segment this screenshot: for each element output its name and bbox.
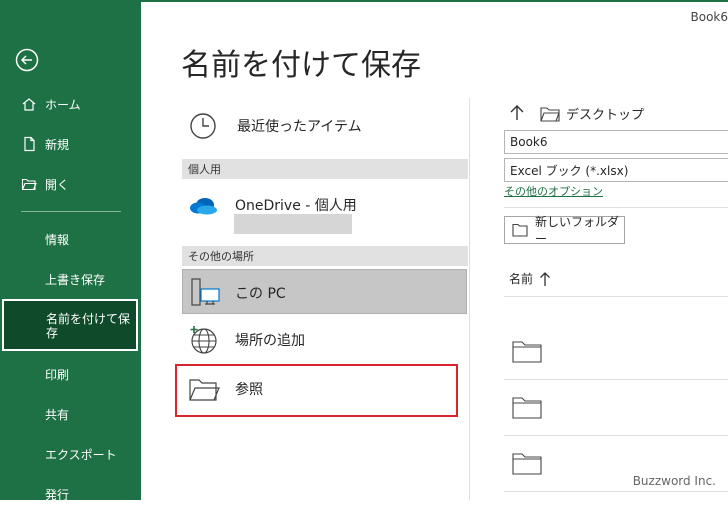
- nav-item-share[interactable]: 共有: [0, 401, 141, 427]
- nav-label: 共有: [45, 406, 69, 423]
- column-header-name[interactable]: 名前: [509, 270, 551, 287]
- more-options-link[interactable]: その他のオプション: [504, 183, 603, 199]
- location-label: OneDrive - 個人用: [235, 195, 357, 215]
- home-icon: [21, 96, 37, 112]
- nav-label: ホーム: [45, 96, 81, 113]
- back-arrow-icon[interactable]: [15, 48, 39, 72]
- nav-item-home[interactable]: ホーム: [0, 91, 141, 117]
- nav-label: 名前を付けて保存: [46, 312, 134, 340]
- new-document-icon: [21, 136, 37, 152]
- globe-add-icon: [188, 324, 220, 356]
- folder-icon[interactable]: [512, 453, 542, 479]
- path-label: デスクトップ: [566, 104, 644, 123]
- location-label: 最近使ったアイテム: [237, 116, 362, 136]
- new-folder-button[interactable]: 新しいフォルダー: [504, 216, 625, 244]
- nav-label: 印刷: [45, 366, 69, 383]
- separator: [504, 379, 728, 380]
- nav-label: 新規: [45, 136, 69, 153]
- highlight-box: [175, 364, 458, 417]
- onedrive-cloud-icon: [188, 193, 218, 217]
- nav-item-export[interactable]: エクスポート: [0, 441, 141, 467]
- nav-item-open[interactable]: 開く: [0, 171, 141, 197]
- folder-icon: [540, 106, 560, 122]
- filename-input[interactable]: Book6: [504, 130, 728, 154]
- nav-item-info[interactable]: 情報: [0, 226, 141, 252]
- nav-item-publish[interactable]: 発行: [0, 481, 141, 507]
- folder-icon[interactable]: [512, 341, 542, 367]
- separator: [504, 435, 728, 436]
- page-title: 名前を付けて保存: [181, 40, 421, 84]
- location-this-pc[interactable]: この PC: [182, 269, 467, 314]
- clock-icon: [188, 111, 218, 141]
- nav-item-print[interactable]: 印刷: [0, 361, 141, 387]
- nav-label: エクスポート: [45, 446, 117, 463]
- button-label: 新しいフォルダー: [535, 213, 624, 247]
- nav-item-save-as[interactable]: 名前を付けて保存: [2, 299, 138, 351]
- account-placeholder-bar: [234, 214, 352, 234]
- nav-item-new[interactable]: 新規: [0, 131, 141, 157]
- folder-icon: [512, 223, 528, 237]
- nav-label: 開く: [45, 176, 69, 193]
- path-breadcrumb[interactable]: デスクトップ: [540, 104, 644, 123]
- location-label: この PC: [235, 283, 286, 303]
- separator: [504, 207, 728, 208]
- section-header-other: その他の場所: [182, 246, 468, 266]
- column-label: 名前: [509, 270, 533, 287]
- nav-label: 上書き保存: [45, 271, 105, 288]
- location-recent[interactable]: 最近使ったアイテム: [188, 111, 362, 141]
- top-accent-bar: [141, 0, 728, 2]
- folder-icon[interactable]: [512, 397, 542, 423]
- filetype-select[interactable]: Excel ブック (*.xlsx): [504, 158, 728, 182]
- separator: [504, 296, 728, 297]
- location-label: 場所の追加: [235, 330, 305, 350]
- location-add-place[interactable]: 場所の追加: [188, 324, 305, 356]
- up-arrow-icon[interactable]: [508, 104, 526, 122]
- sort-up-arrow-icon: [539, 271, 551, 287]
- separator: [504, 491, 728, 492]
- section-header-personal: 個人用: [182, 159, 468, 179]
- nav-label: 情報: [45, 231, 69, 248]
- panel-divider: [469, 98, 470, 500]
- document-title: Book6: [691, 10, 728, 24]
- watermark: Buzzword Inc.: [633, 474, 716, 488]
- open-folder-icon: [21, 176, 37, 192]
- nav-item-save[interactable]: 上書き保存: [0, 266, 141, 292]
- nav-divider: [21, 211, 121, 212]
- backstage-sidebar: ホーム 新規 開く 情報 上書き保存 名前を付けて保存 印刷 共有 エクスポート…: [0, 0, 141, 500]
- computer-icon: [189, 276, 221, 308]
